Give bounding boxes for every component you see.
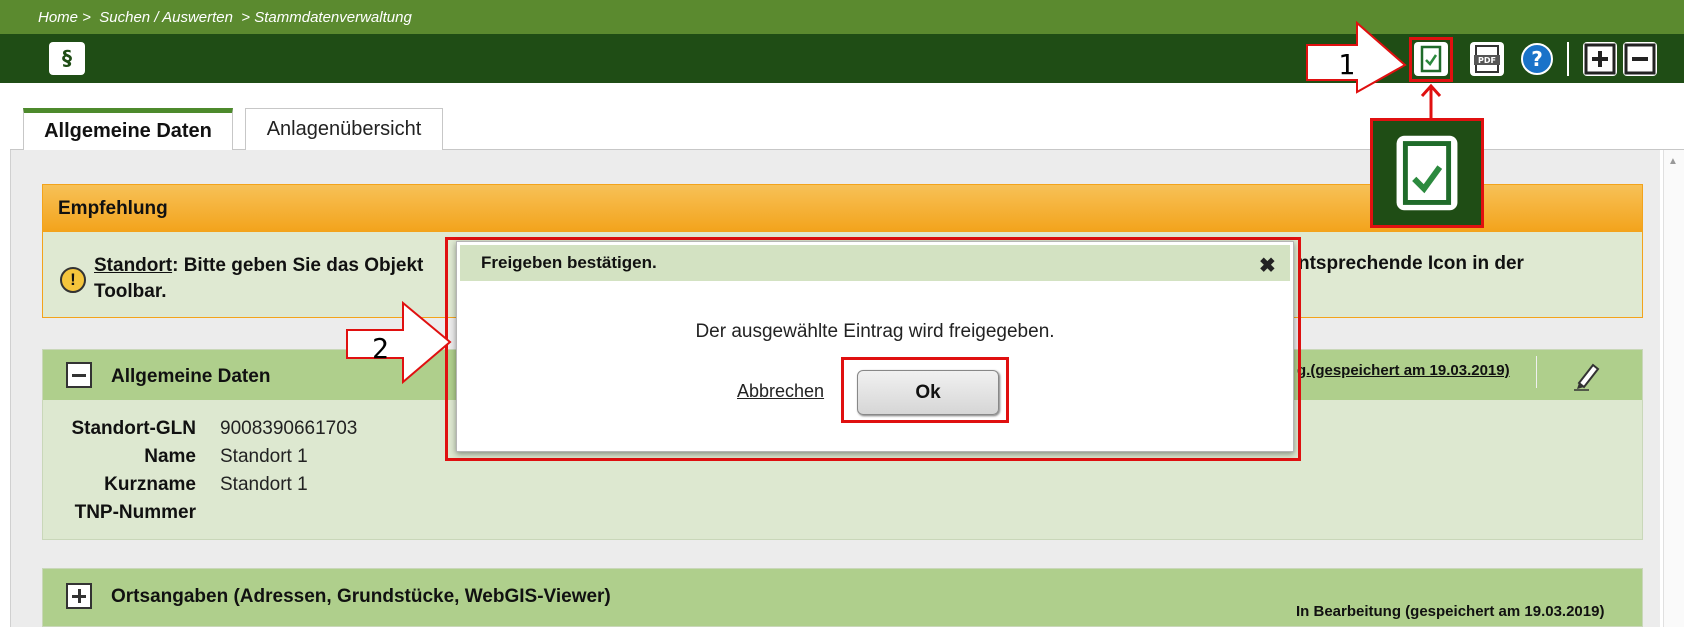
dialog-message: Der ausgewählte Eintrag wird freigegeben…: [695, 321, 1055, 342]
edit-pencil-icon[interactable]: [1569, 357, 1603, 391]
expand-section-icon[interactable]: [66, 583, 92, 609]
locations-title: Ortsangaben (Adressen, Grundstücke, WebG…: [111, 586, 611, 607]
step2-number: 2: [372, 332, 389, 365]
toolbar-separator: [1567, 42, 1569, 76]
tab-anlagenuebersicht[interactable]: Anlagenübersicht: [245, 108, 443, 150]
paragraph-logo-icon[interactable]: §: [49, 42, 85, 75]
field-value-gln: 9008390661703: [220, 418, 358, 439]
scroll-up-icon[interactable]: ▲: [1668, 156, 1678, 167]
dialog-title: Freigeben bestätigen.: [481, 253, 657, 272]
general-data-status[interactable]: g.(gespeichert am 19.03.2019): [1297, 362, 1510, 379]
collapse-all-icon[interactable]: [1623, 42, 1657, 76]
field-label-kurzname: Kurzname: [104, 474, 196, 495]
locations-status: In Bearbeitung (gespeichert am 19.03.201…: [1296, 603, 1605, 620]
expand-all-icon[interactable]: [1583, 42, 1617, 76]
pointer-arrow-icon: [1420, 83, 1442, 120]
breadcrumb[interactable]: Home > Suchen / Auswerten > Stammdatenve…: [38, 9, 412, 26]
field-value-name: Standort 1: [220, 446, 308, 467]
general-data-title: Allgemeine Daten: [111, 366, 271, 387]
standort-link[interactable]: Standort: [94, 255, 172, 276]
recommendation-title: Empfehlung: [58, 198, 168, 219]
scrollbar[interactable]: [1663, 150, 1684, 627]
close-icon[interactable]: ✖: [1259, 253, 1276, 278]
cancel-link[interactable]: Abbrechen: [737, 381, 824, 402]
field-label-gln: Standort-GLN: [71, 418, 196, 439]
field-label-tnp: TNP-Nummer: [74, 502, 196, 523]
field-label-name: Name: [144, 446, 196, 467]
warning-icon: !: [60, 267, 86, 293]
header-separator: [1536, 356, 1537, 388]
collapse-section-icon[interactable]: [66, 362, 92, 388]
recommendation-text-line2: Toolbar.: [94, 281, 167, 302]
pdf-icon[interactable]: PDF: [1470, 42, 1504, 76]
release-icon-highlight-box: [1409, 37, 1453, 82]
svg-text:PDF: PDF: [1478, 56, 1496, 65]
step2-arrow-icon: [346, 300, 452, 385]
ok-button[interactable]: Ok: [857, 370, 999, 415]
recommendation-text-end: ntsprechende Icon in der: [1298, 253, 1524, 274]
help-icon[interactable]: ?: [1520, 42, 1554, 76]
tab-allgemeine-daten[interactable]: Allgemeine Daten: [23, 108, 233, 150]
step1-arrow-icon: [1306, 20, 1407, 94]
magnified-release-icon: [1370, 118, 1484, 228]
recommendation-text-start: : Bitte geben Sie das Objekt: [172, 255, 424, 276]
step1-number: 1: [1338, 48, 1355, 81]
field-value-kurzname: Standort 1: [220, 474, 308, 495]
svg-text:?: ?: [1531, 47, 1543, 71]
